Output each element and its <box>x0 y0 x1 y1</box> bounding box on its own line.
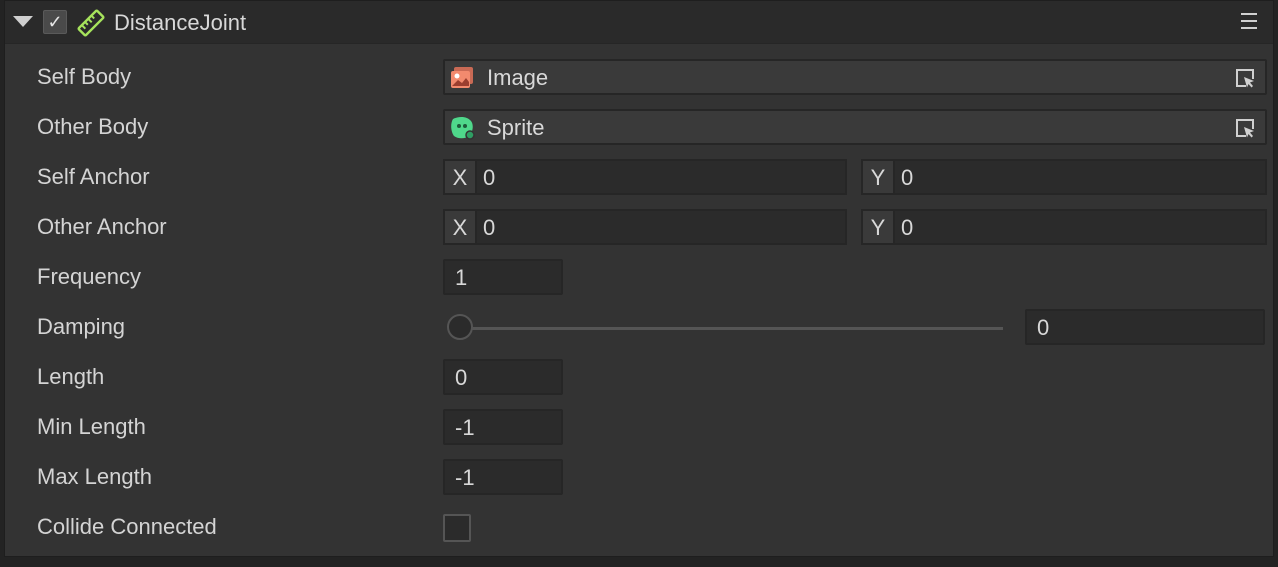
prop-min-length: Min Length -1 <box>5 402 1273 452</box>
prop-self-body: Self Body Image <box>5 52 1273 102</box>
prop-self-anchor: Self Anchor X 0 Y 0 <box>5 152 1273 202</box>
self-body-label: Self Body <box>37 64 132 89</box>
other-body-label: Other Body <box>37 114 149 139</box>
component-header[interactable]: ✓ DistanceJoint <box>5 1 1273 44</box>
length-label: Length <box>37 364 105 389</box>
collide-connected-checkbox[interactable] <box>443 514 471 542</box>
self-anchor-y: Y 0 <box>861 159 1267 195</box>
max-length-value: -1 <box>455 465 475 490</box>
damping-label: Damping <box>37 314 126 339</box>
self-anchor-x: X 0 <box>443 159 847 195</box>
y-axis-label[interactable]: Y <box>861 159 893 195</box>
other-anchor-y-value: 0 <box>901 215 914 240</box>
menu-icon[interactable] <box>1241 13 1257 31</box>
ruler-icon <box>77 9 105 37</box>
enable-checkbox[interactable]: ✓ <box>43 10 67 34</box>
other-anchor-y: Y 0 <box>861 209 1267 245</box>
collide-connected-label: Collide Connected <box>37 514 217 539</box>
self-body-value: Image <box>487 65 549 90</box>
self-anchor-x-input[interactable]: 0 <box>475 159 847 195</box>
prop-other-body: Other Body Sprite <box>5 102 1273 152</box>
prop-collide-connected: Collide Connected <box>5 502 1273 552</box>
x-axis-label[interactable]: X <box>443 209 475 245</box>
y-axis-label[interactable]: Y <box>861 209 893 245</box>
other-anchor-x-input[interactable]: 0 <box>475 209 847 245</box>
frequency-label: Frequency <box>37 264 141 289</box>
self-anchor-label: Self Anchor <box>37 164 150 189</box>
sprite-asset-icon <box>451 116 475 140</box>
other-anchor-x-value: 0 <box>483 215 496 240</box>
prop-damping: Damping 0 <box>5 302 1273 352</box>
min-length-value: -1 <box>455 415 475 440</box>
other-anchor-x: X 0 <box>443 209 847 245</box>
length-input[interactable]: 0 <box>443 359 563 395</box>
node-picker-icon[interactable] <box>1235 68 1255 88</box>
damping-slider-handle[interactable] <box>447 314 473 340</box>
prop-frequency: Frequency 1 <box>5 252 1273 302</box>
self-body-field[interactable]: Image <box>443 59 1267 95</box>
x-axis-label[interactable]: X <box>443 159 475 195</box>
other-body-value: Sprite <box>487 115 545 140</box>
min-length-label: Min Length <box>37 414 146 439</box>
image-asset-icon <box>451 67 473 88</box>
damping-slider-track[interactable] <box>457 327 1003 330</box>
prop-other-anchor: Other Anchor X 0 Y 0 <box>5 202 1273 252</box>
prop-max-length: Max Length -1 <box>5 452 1273 502</box>
frequency-value: 1 <box>455 265 468 290</box>
frequency-input[interactable]: 1 <box>443 259 563 295</box>
length-value: 0 <box>455 365 468 390</box>
other-anchor-y-input[interactable]: 0 <box>893 209 1267 245</box>
min-length-input[interactable]: -1 <box>443 409 563 445</box>
self-anchor-x-value: 0 <box>483 165 496 190</box>
max-length-input[interactable]: -1 <box>443 459 563 495</box>
collapse-arrow-icon[interactable] <box>13 16 33 27</box>
self-anchor-y-value: 0 <box>901 165 914 190</box>
damping-input[interactable]: 0 <box>1025 309 1265 345</box>
self-anchor-y-input[interactable]: 0 <box>893 159 1267 195</box>
damping-value: 0 <box>1037 315 1050 340</box>
prop-length: Length 0 <box>5 352 1273 402</box>
other-anchor-label: Other Anchor <box>37 214 167 239</box>
component-panel: ✓ DistanceJoint Self Body Image Other Bo… <box>4 0 1274 557</box>
node-picker-icon[interactable] <box>1235 118 1255 138</box>
other-body-field[interactable]: Sprite <box>443 109 1267 145</box>
max-length-label: Max Length <box>37 464 152 489</box>
component-title: DistanceJoint <box>114 10 247 35</box>
